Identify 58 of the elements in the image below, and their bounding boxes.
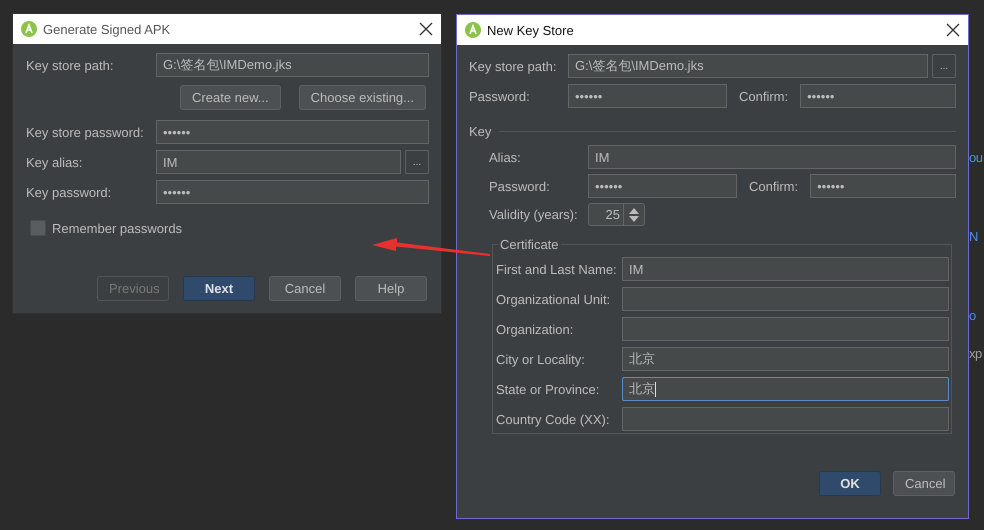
field-label: Organizational Unit: bbox=[496, 292, 612, 306]
background-text: xp bbox=[969, 346, 982, 361]
password-field[interactable]: •••••• bbox=[568, 84, 727, 108]
field-label: Key store path: bbox=[26, 58, 114, 72]
input-field[interactable]: IM bbox=[622, 257, 949, 281]
window-title: New Key Store bbox=[487, 22, 575, 38]
app-icon bbox=[465, 22, 481, 38]
input-field[interactable]: •••••• bbox=[156, 120, 429, 144]
app-icon bbox=[21, 21, 37, 37]
section-title: Key bbox=[469, 124, 492, 139]
input-field[interactable]: G:\签名包\IMDemo.jks bbox=[568, 54, 928, 78]
input-field[interactable] bbox=[622, 407, 949, 431]
field-label: Password: bbox=[489, 178, 551, 194]
path-button[interactable]: Create new... bbox=[180, 85, 281, 110]
dialog-button[interactable]: Help bbox=[355, 276, 427, 301]
field-label: Confirm: bbox=[739, 88, 788, 104]
input-field[interactable]: 北京 bbox=[622, 347, 949, 371]
input-field[interactable] bbox=[622, 287, 949, 311]
number-spinner[interactable]: 25 bbox=[588, 203, 645, 226]
browse-button[interactable]: ... bbox=[932, 54, 956, 78]
close-icon[interactable] bbox=[419, 22, 433, 36]
input-field[interactable]: 北京 bbox=[622, 377, 949, 401]
window-title: Generate Signed APK bbox=[43, 22, 172, 36]
field-label: Confirm: bbox=[749, 178, 798, 194]
dialog-button[interactable]: Cancel bbox=[269, 276, 341, 301]
password-field[interactable]: •••••• bbox=[588, 174, 737, 198]
text-cursor bbox=[655, 382, 656, 396]
field-label: Alias: bbox=[489, 150, 522, 164]
dialog-button[interactable]: Cancel bbox=[893, 471, 955, 496]
field-label: Key store path: bbox=[469, 58, 558, 74]
input-field[interactable]: G:\签名包\IMDemo.jks bbox=[156, 53, 429, 77]
input-field[interactable]: IM bbox=[156, 150, 401, 174]
dialog-button[interactable]: Next bbox=[183, 276, 255, 301]
field-label: Key alias: bbox=[26, 154, 84, 170]
field-label: Key store password: bbox=[26, 124, 145, 140]
close-icon[interactable] bbox=[946, 23, 960, 37]
browse-button[interactable]: ... bbox=[405, 150, 429, 174]
field-label: City or Locality: bbox=[496, 352, 586, 366]
field-label: Key password: bbox=[26, 184, 112, 200]
password-field[interactable]: •••••• bbox=[810, 174, 956, 198]
background-text: N bbox=[969, 229, 978, 244]
input-field[interactable]: IM bbox=[588, 145, 956, 169]
field-label: State or Province: bbox=[496, 382, 600, 396]
background-text: o bbox=[969, 308, 976, 323]
input-field[interactable]: •••••• bbox=[156, 180, 429, 204]
checkbox[interactable] bbox=[30, 220, 46, 236]
field-label: Organization: bbox=[496, 322, 574, 336]
group-title: Certificate bbox=[498, 237, 561, 252]
field-label: Country Code (XX): bbox=[496, 412, 610, 426]
field-label: Validity (years): bbox=[489, 207, 579, 222]
password-field[interactable]: •••••• bbox=[800, 84, 956, 108]
checkbox-label: Remember passwords bbox=[52, 220, 182, 236]
background-text: ou bbox=[969, 150, 982, 165]
dialog-button[interactable]: OK bbox=[819, 471, 881, 496]
input-field[interactable] bbox=[622, 317, 949, 341]
field-label: Password: bbox=[469, 88, 531, 104]
path-button[interactable]: Choose existing... bbox=[298, 85, 426, 110]
field-label: First and Last Name: bbox=[496, 262, 618, 276]
